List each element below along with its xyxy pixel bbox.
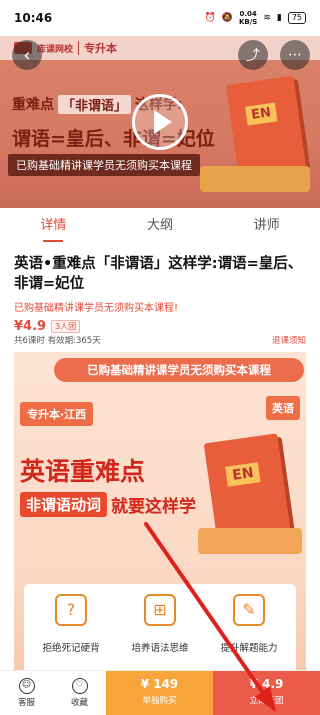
logo-text: 库课网校 <box>37 44 74 55</box>
price-row: ¥4.9 3人团 <box>14 319 306 334</box>
tab-outline[interactable]: 大纲 <box>107 208 214 244</box>
signal-icon: ▮ <box>276 13 282 23</box>
tab-teacher[interactable]: 讲师 <box>213 208 320 244</box>
alarm-icon: ⏰ <box>204 13 216 23</box>
poster-slogan: 就要这样学 <box>111 497 197 517</box>
book-illustration: EN <box>225 75 307 177</box>
refund-policy-link[interactable]: 退课须知 <box>272 334 306 346</box>
banner-headline-prefix: 重难点 <box>12 97 54 113</box>
poster-subject-tag: 英语 <box>266 396 300 420</box>
poster-stand-illustration <box>198 528 302 554</box>
bottom-action-bar: ☺ 客服 ♡ 收藏 ¥ 149 单独购买 ¥ 4.9 立即开团 <box>0 670 320 715</box>
course-meta-text: 共6课时 有效期:365天 <box>14 336 101 346</box>
poster-area-tag: 专升本·江西 <box>20 402 94 426</box>
play-icon <box>154 110 172 134</box>
buy-alone-button[interactable]: ¥ 149 单独购买 <box>106 671 213 715</box>
wifi-icon: ≋ <box>263 13 271 23</box>
poster-keyword-row: 非谓语动词 就要这样学 <box>20 492 196 517</box>
feature-label: 培养语法思维 <box>131 643 189 654</box>
back-button[interactable]: ‹ <box>12 40 42 70</box>
share-button[interactable]: ⤴ <box>238 40 268 70</box>
course-poster: 已购基础精讲课学员无须购买本课程 专升本·江西 英语 英语重难点 非谓语动词 就… <box>14 352 306 672</box>
status-icons: ⏰ 🔕 0.04 KB/S ≋ ▮ 75 <box>205 10 306 26</box>
play-button[interactable] <box>132 94 188 150</box>
course-meta: 共6课时 有效期:365天 退课须知 <box>0 334 320 346</box>
course-title: 英语•重难点「非谓语」这样学:谓语=皇后、非谓=妃位 <box>14 256 303 292</box>
chevron-left-icon: ‹ <box>23 44 31 66</box>
buy-alone-label: 单独购买 <box>142 696 177 706</box>
mute-icon: 🔕 <box>221 13 233 23</box>
course-subtitle: 已购基础精讲课学员无须购买本课程! <box>14 303 179 314</box>
presentation-icon: ⊞ <box>144 594 176 626</box>
customer-service-label: 客服 <box>17 698 35 708</box>
battery-indicator: 75 <box>287 12 306 24</box>
feature-label: 拒绝死记硬背 <box>42 643 100 654</box>
group-badge: 3人团 <box>51 320 81 333</box>
logo-divider <box>78 41 80 55</box>
course-price: ¥4.9 <box>14 319 47 334</box>
poster-ribbon: 已购基础精讲课学员无须购买本课程 <box>54 358 304 382</box>
feature-item: ⊞ 培养语法思维 <box>117 594 203 654</box>
net-speed-value: 0.04 <box>239 10 257 18</box>
status-bar: 10:46 ⏰ 🔕 0.04 KB/S ≋ ▮ 75 <box>0 0 320 36</box>
banner-notice: 已购基础精讲课学员无须购买本课程 <box>8 154 200 176</box>
buy-alone-price: ¥ 149 <box>140 677 179 691</box>
status-time: 10:46 <box>14 11 53 25</box>
page: 10:46 ⏰ 🔕 0.04 KB/S ≋ ▮ 75 库课网校 专升本 ‹ ⤴ … <box>0 0 320 715</box>
course-info: 英语•重难点「非谓语」这样学:谓语=皇后、非谓=妃位 已购基础精讲课学员无须购买… <box>0 244 320 346</box>
heart-icon: ♡ <box>71 678 88 694</box>
feature-item: ✎ 提升解题能力 <box>206 594 292 654</box>
smile-icon: ☺ <box>18 678 35 694</box>
video-banner[interactable]: 库课网校 专升本 ‹ ⤴ ⋯ 重难点 「非谓语」 这样学: 谓语=皇后、非谓=妃… <box>0 36 320 208</box>
poster-features: ? 拒绝死记硬背 ⊞ 培养语法思维 ✎ 提升解题能力 <box>24 584 296 672</box>
ear-icon: ? <box>55 594 87 626</box>
net-speed: 0.04 KB/S <box>239 10 257 26</box>
start-group-price: ¥ 4.9 <box>249 677 284 691</box>
book-en-label: EN <box>245 102 278 126</box>
logo-subtitle: 专升本 <box>84 42 118 55</box>
tab-bar: 详情 大纲 讲师 <box>0 208 320 244</box>
feature-label: 提升解题能力 <box>220 643 278 654</box>
poster-book-illustration: EN <box>203 433 291 539</box>
tab-details[interactable]: 详情 <box>0 208 107 244</box>
feature-item: ? 拒绝死记硬背 <box>28 594 114 654</box>
poster-book-en-label: EN <box>225 462 261 487</box>
favorite-label: 收藏 <box>70 698 88 708</box>
banner-headline-tag: 「非谓语」 <box>58 94 132 114</box>
customer-service-button[interactable]: ☺ 客服 <box>0 671 53 715</box>
poster-headline: 英语重难点 <box>20 457 146 486</box>
net-speed-unit: KB/S <box>238 18 258 26</box>
more-icon: ⋯ <box>288 47 302 63</box>
more-button[interactable]: ⋯ <box>280 40 310 70</box>
share-icon: ⤴ <box>246 48 260 64</box>
favorite-button[interactable]: ♡ 收藏 <box>53 671 106 715</box>
poster-keyword: 非谓语动词 <box>20 492 108 517</box>
certificate-icon: ✎ <box>233 594 265 626</box>
start-group-label: 立即开团 <box>249 696 284 706</box>
start-group-button[interactable]: ¥ 4.9 立即开团 <box>213 671 320 715</box>
stand-illustration <box>200 166 310 192</box>
